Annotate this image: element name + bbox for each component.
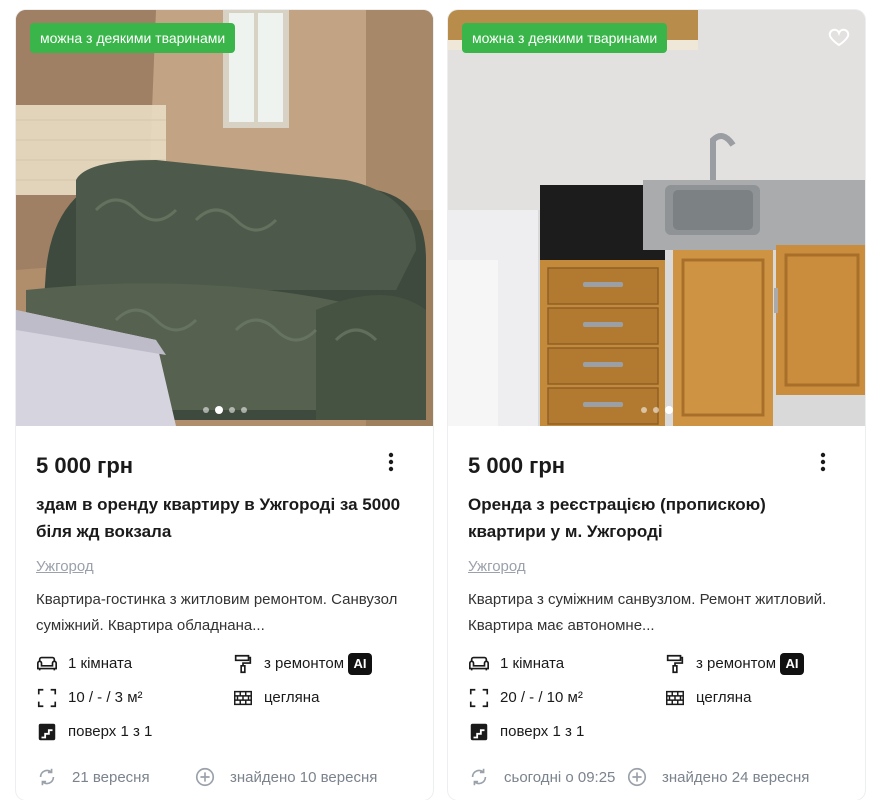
material-label: цегляна [264,689,320,706]
updated-date: 21 вересня [36,766,194,788]
feature-floor: поверх 1 з 1 [36,721,232,742]
feature-area: 10 / - / 3 м² [36,687,232,708]
paint-roller-icon [666,654,684,673]
carousel-dot[interactable] [640,407,647,413]
feature-repair: з ремонтом AI [232,652,412,675]
feature-material: цегляна [232,687,412,708]
listing-title[interactable]: Оренда з реєстрацією (пропискою) квартир… [468,491,845,545]
listing-description: Квартира-гостинка з житловим ремонтом. С… [36,591,398,634]
carousel-dot-active[interactable] [664,406,673,414]
feature-repair: з ремонтом AI [664,652,844,675]
feature-floor: поверх 1 з 1 [468,721,664,742]
listing-footer: сьогодні о 09:25 знайдено 24 вересня [468,766,845,788]
brick-icon [666,690,684,705]
carousel-dot[interactable] [202,407,209,413]
listing-features: 1 кімната з ремонтом AI 10 / - / 3 м² це… [36,652,413,742]
listing-footer: 21 вересня знайдено 10 вересня [36,766,413,788]
carousel-dot[interactable] [228,407,235,413]
listing-description: Квартира з суміжним санвузлом. Ремонт жи… [468,591,827,634]
feature-rooms: 1 кімната [468,653,664,674]
carousel-dot-active[interactable] [214,406,223,414]
repair-label: з ремонтом [696,655,777,672]
pets-badge: можна з деякими тваринами [462,23,668,53]
refresh-icon [471,768,487,786]
floor-label: поверх 1 з 1 [68,723,153,740]
ai-badge: AI [780,652,805,675]
found-date: знайдено 10 вересня [194,766,377,788]
found-date: знайдено 24 вересня [626,766,809,788]
found-label: знайдено 10 вересня [230,768,378,786]
listing-location-link[interactable]: Ужгород [468,557,845,577]
more-options-icon[interactable] [379,450,403,474]
listing-price: 5 000 грн [468,453,566,478]
area-frame-icon [469,688,489,707]
favorite-heart-icon[interactable] [827,25,851,49]
listing-card-1[interactable]: можна з деякими тваринами 5 000 грн здам… [16,10,433,800]
feature-material: цегляна [664,687,844,708]
area-label: 20 / - / 10 м² [500,689,583,706]
pets-badge: можна з деякими тваринами [30,23,236,53]
listing-price: 5 000 грн [36,453,134,478]
carousel-dot[interactable] [240,407,247,413]
refresh-icon [39,768,55,786]
photo-carousel-dots[interactable] [202,406,247,414]
sofa-icon [37,656,57,670]
carousel-dot[interactable] [652,407,659,413]
listing-features: 1 кімната з ремонтом AI 20 / - / 10 м² ц… [468,652,845,742]
photo-kitchen [448,10,865,426]
listing-location-link[interactable]: Ужгород [36,557,413,577]
stairs-icon [38,723,56,740]
ai-badge: AI [348,652,373,675]
feature-rooms: 1 кімната [36,653,232,674]
brick-icon [234,690,252,705]
stairs-icon [470,723,488,740]
updated-label: 21 вересня [72,768,150,786]
rooms-label: 1 кімната [68,655,133,672]
paint-roller-icon [234,654,252,673]
rooms-label: 1 кімната [500,655,565,672]
repair-label: з ремонтом [264,655,345,672]
plus-circle-icon [195,767,215,787]
listing-card-2[interactable]: можна з деякими тваринами 5 000 грн Орен… [448,10,865,800]
more-options-icon[interactable] [811,450,835,474]
sofa-icon [469,656,489,670]
listing-photo[interactable]: можна з деякими тваринами [16,10,433,426]
feature-area: 20 / - / 10 м² [468,687,664,708]
updated-label: сьогодні о 09:25 [504,768,616,786]
plus-circle-icon [627,767,647,787]
photo-sofa-room [16,10,433,426]
area-label: 10 / - / 3 м² [68,689,143,706]
floor-label: поверх 1 з 1 [500,723,585,740]
found-label: знайдено 24 вересня [662,768,810,786]
photo-carousel-dots[interactable] [640,406,673,414]
material-label: цегляна [696,689,752,706]
listing-photo[interactable]: можна з деякими тваринами [448,10,865,426]
updated-date: сьогодні о 09:25 [468,766,626,788]
listing-title[interactable]: здам в оренду квартиру в Ужгороді за 500… [36,491,413,545]
area-frame-icon [37,688,57,707]
